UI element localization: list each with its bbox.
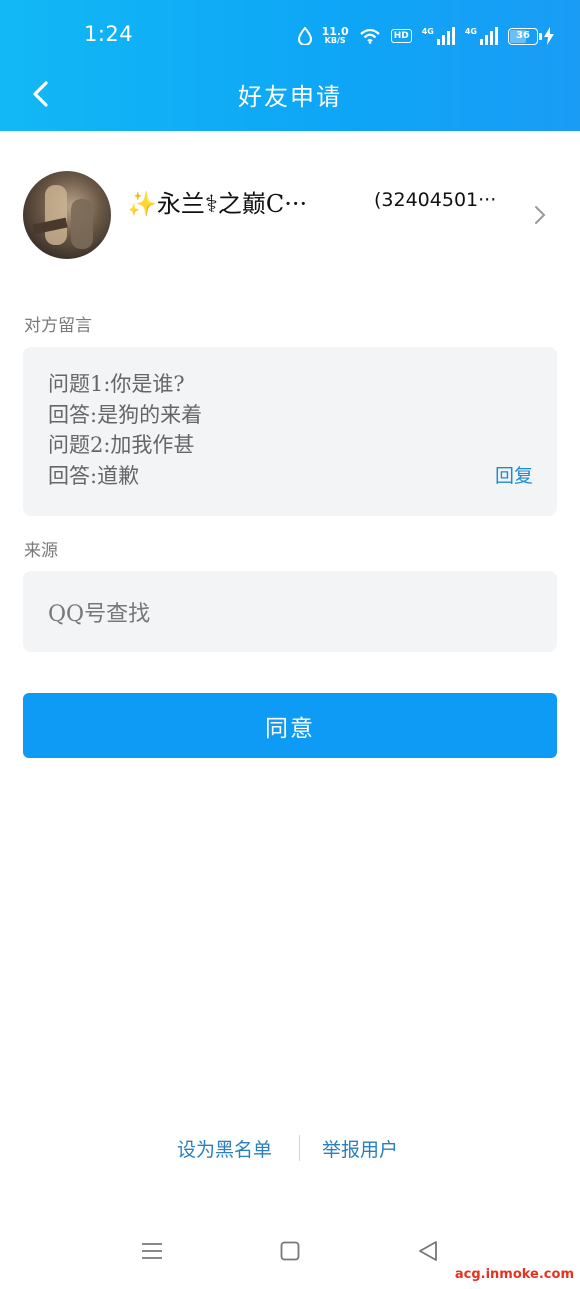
chevron-right-icon bbox=[535, 206, 546, 224]
status-time: 1:24 bbox=[84, 22, 134, 46]
signal-1-label: 4G bbox=[421, 27, 434, 36]
message-line: 问题1:你是谁? bbox=[48, 372, 185, 396]
message-label: 对方留言 bbox=[24, 316, 92, 336]
app-header: 1:24 11.0 KB/S HD 4G 4G 36 好友申请 bbox=[0, 0, 580, 131]
message-box: 问题1:你是谁? 回答:是狗的来着 问题2:加我作甚 回答:道歉 回复 bbox=[23, 347, 557, 516]
nickname: ✨永兰⚕之巅C··· bbox=[127, 190, 308, 218]
qq-number: (32404501··· bbox=[374, 189, 497, 211]
status-bar: 1:24 11.0 KB/S HD 4G 4G 36 bbox=[0, 0, 580, 70]
hd-voice-icon: HD bbox=[390, 29, 412, 43]
signal-2-label: 4G bbox=[464, 27, 477, 36]
message-lines: 问题1:你是谁? 回答:是狗的来着 问题2:加我作甚 回答:道歉 bbox=[48, 369, 202, 491]
battery-icon: 36 bbox=[508, 27, 554, 45]
status-icons: 11.0 KB/S HD 4G 4G 36 bbox=[297, 22, 554, 50]
avatar[interactable] bbox=[23, 171, 111, 259]
message-line: 问题2:加我作甚 bbox=[48, 433, 195, 457]
source-box: QQ号查找 bbox=[23, 571, 557, 652]
footer-divider bbox=[299, 1135, 300, 1161]
source-value: QQ号查找 bbox=[48, 602, 151, 627]
network-speed-value: 11.0 bbox=[321, 25, 349, 38]
page-title: 好友申请 bbox=[238, 83, 342, 111]
data-saver-icon bbox=[297, 27, 312, 45]
message-line: 回答:是狗的来着 bbox=[48, 402, 203, 427]
network-speed-unit: KB/S bbox=[324, 36, 346, 45]
battery-level: 36 bbox=[516, 29, 530, 41]
back-triangle-icon[interactable] bbox=[417, 1240, 439, 1262]
source-label: 来源 bbox=[24, 541, 58, 561]
report-user-link[interactable]: 举报用户 bbox=[322, 1135, 398, 1162]
footer-links: 设为黑名单 举报用户 bbox=[0, 1133, 580, 1163]
agree-button[interactable]: 同意 bbox=[23, 693, 557, 758]
signal-icon-2: 4G bbox=[465, 27, 498, 45]
charging-bolt-icon bbox=[544, 27, 554, 45]
signal-icon-1: 4G bbox=[422, 27, 455, 45]
message-line: 回答:道歉 bbox=[48, 463, 140, 488]
menu-icon[interactable] bbox=[141, 1240, 163, 1262]
watermark: acg.inmoke.com bbox=[454, 1267, 574, 1282]
wifi-icon bbox=[359, 28, 380, 44]
blacklist-link[interactable]: 设为黑名单 bbox=[177, 1135, 272, 1162]
profile-row[interactable]: ✨永兰⚕之巅C··· (32404501··· bbox=[0, 160, 580, 270]
network-speed: 11.0 KB/S bbox=[321, 25, 349, 45]
reply-link[interactable]: 回复 bbox=[495, 461, 533, 488]
home-square-icon[interactable] bbox=[280, 1240, 300, 1262]
